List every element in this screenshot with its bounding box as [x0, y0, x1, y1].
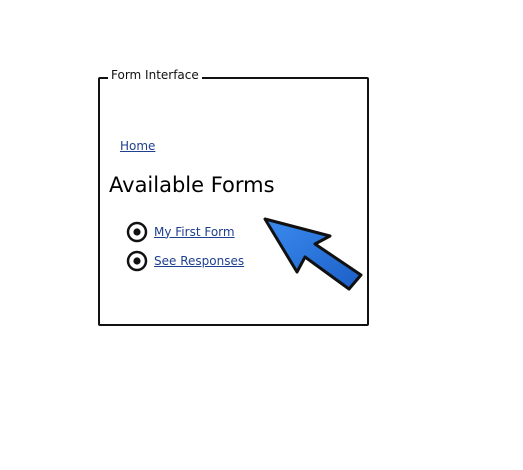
form-list: My First Form See Responses: [126, 217, 244, 275]
form-link-see-responses[interactable]: See Responses: [154, 253, 244, 269]
list-item: See Responses: [126, 246, 244, 275]
pointer-arrow-icon: [263, 217, 363, 291]
radio-bullet-icon: [126, 250, 148, 272]
form-link-my-first-form[interactable]: My First Form: [154, 224, 235, 240]
radio-bullet-icon: [126, 221, 148, 243]
page-title: Available Forms: [109, 173, 275, 197]
list-item: My First Form: [126, 217, 244, 246]
home-link[interactable]: Home: [120, 138, 155, 154]
canvas: Form Interface Home Available Forms My F…: [0, 0, 523, 470]
group-title: Form Interface: [108, 67, 202, 83]
